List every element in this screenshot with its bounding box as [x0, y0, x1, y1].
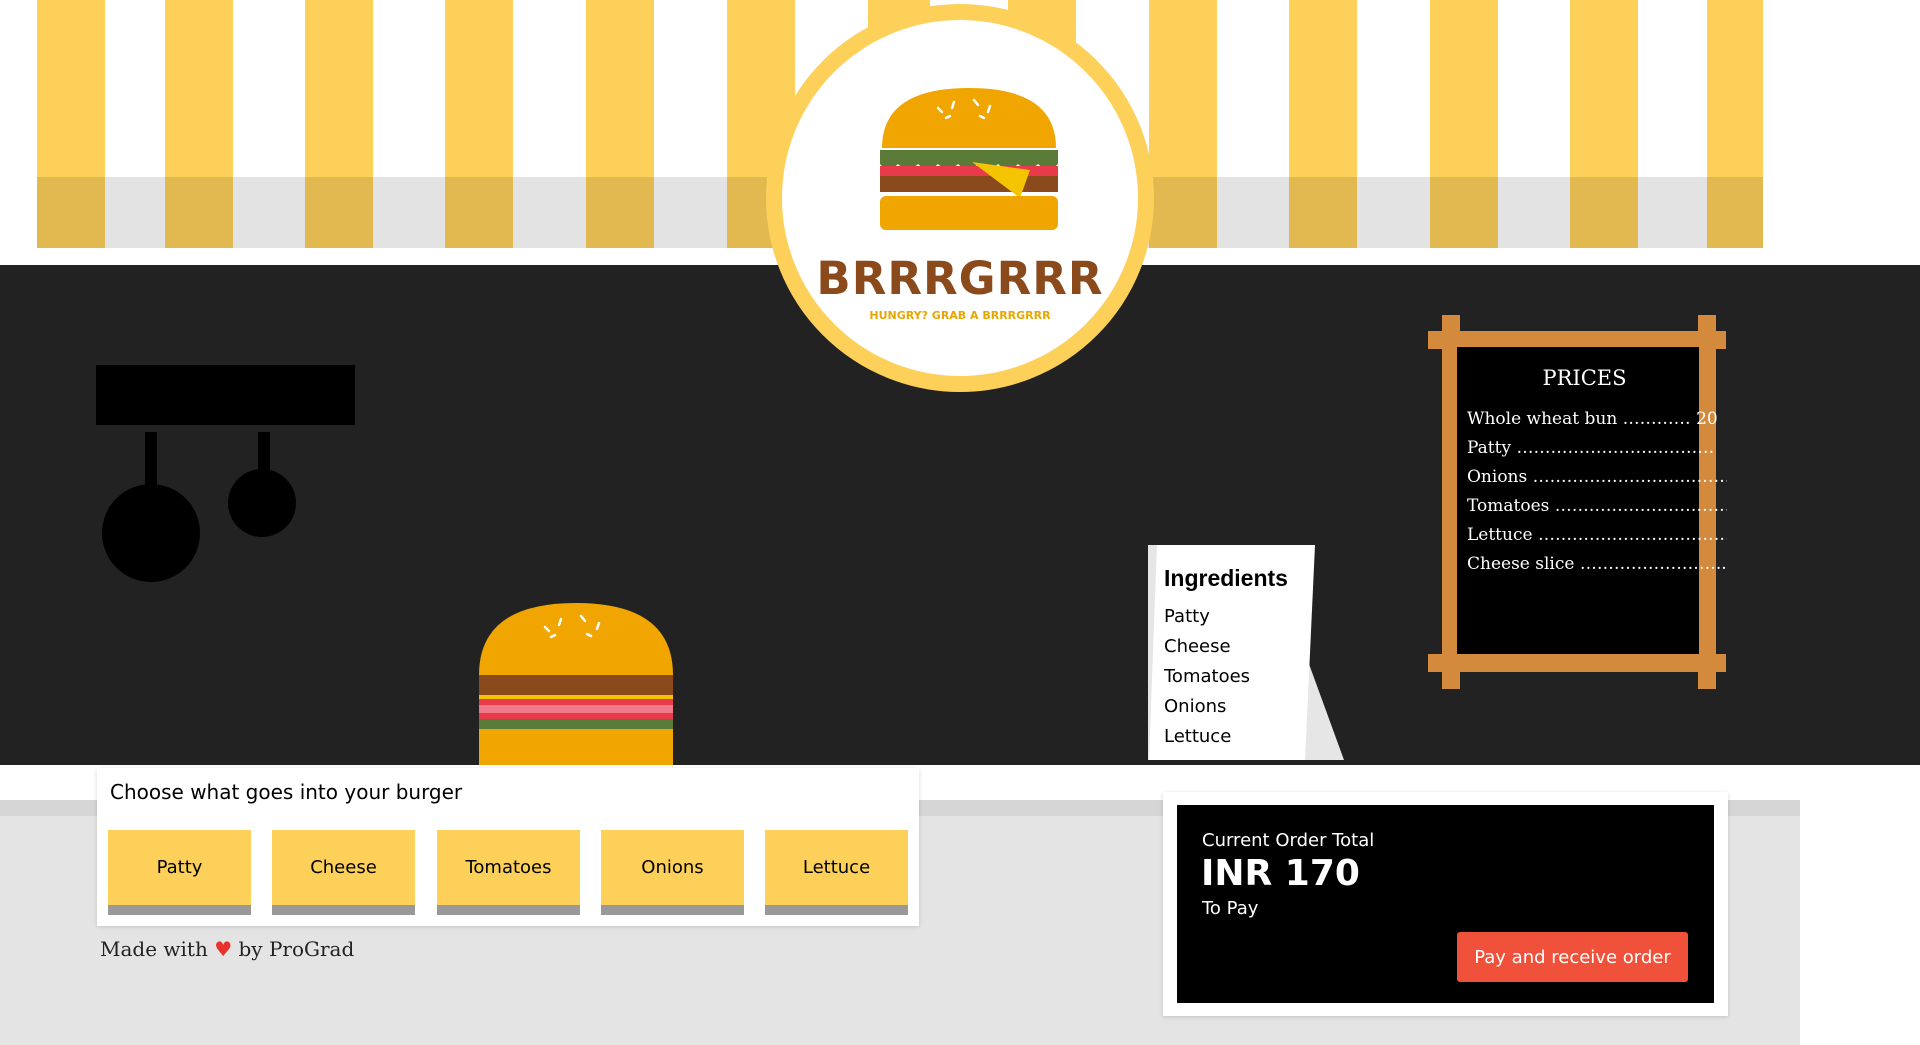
brand-logo: BRRRGRRR HUNGRY? GRAB A BRRRGRRR: [766, 4, 1154, 392]
logo-burger-icon: [880, 88, 1058, 230]
order-to-pay-label: To Pay: [1202, 898, 1259, 919]
price-line: Tomatoes ……………………………: [1467, 496, 1727, 516]
footer-prefix: Made with: [100, 937, 208, 961]
ingredient-item: Lettuce: [1164, 726, 1232, 747]
heart-icon: ♥: [214, 937, 233, 961]
ingredients-title: Ingredients: [1164, 565, 1288, 591]
ingredient-item: Tomatoes: [1164, 666, 1251, 687]
pay-button[interactable]: Pay and receive order: [1457, 932, 1688, 982]
price-line: Lettuce ………………………………: [1467, 525, 1727, 545]
ingredient-chooser: Choose what goes into your burger Patty …: [97, 768, 919, 926]
ingredient-item: Cheese: [1164, 636, 1231, 657]
brand-tagline: HUNGRY? GRAB A BRRRGRRR: [869, 309, 1051, 322]
add-patty-button[interactable]: Patty: [108, 830, 251, 915]
add-lettuce-button[interactable]: Lettuce: [765, 830, 908, 915]
footer-credit: Made with ♥ by ProGrad: [100, 937, 354, 961]
footer-suffix: by ProGrad: [238, 937, 355, 961]
price-line: Patty ……………………..………: [1467, 438, 1715, 458]
large-pan-icon: [102, 484, 200, 582]
add-cheese-button[interactable]: Cheese: [272, 830, 415, 915]
add-tomatoes-button[interactable]: Tomatoes: [437, 830, 580, 915]
order-total-label: Current Order Total: [1202, 830, 1375, 851]
pan-handle: [258, 432, 270, 472]
ingredient-item: Patty: [1164, 606, 1210, 627]
burger-preview-icon: [479, 603, 673, 765]
ingredient-item: Onions: [1164, 696, 1227, 717]
brand-name: BRRRGRRR: [816, 252, 1104, 305]
ingredients-card: Ingredients Patty Cheese Tomatoes Onions…: [1149, 545, 1315, 760]
price-line: Whole wheat bun ………… 20: [1467, 409, 1718, 429]
price-line: Onions ……………………..………: [1467, 467, 1727, 487]
add-onions-button[interactable]: Onions: [601, 830, 744, 915]
price-line: Cheese slice ……………………..: [1467, 554, 1727, 574]
prices-title: PRICES: [1542, 366, 1627, 390]
small-pan-icon: [228, 469, 296, 537]
chooser-title: Choose what goes into your burger: [110, 780, 463, 804]
pan-rack: [96, 365, 355, 425]
pan-handle: [145, 432, 157, 492]
order-total-amount: INR 170: [1201, 853, 1360, 894]
